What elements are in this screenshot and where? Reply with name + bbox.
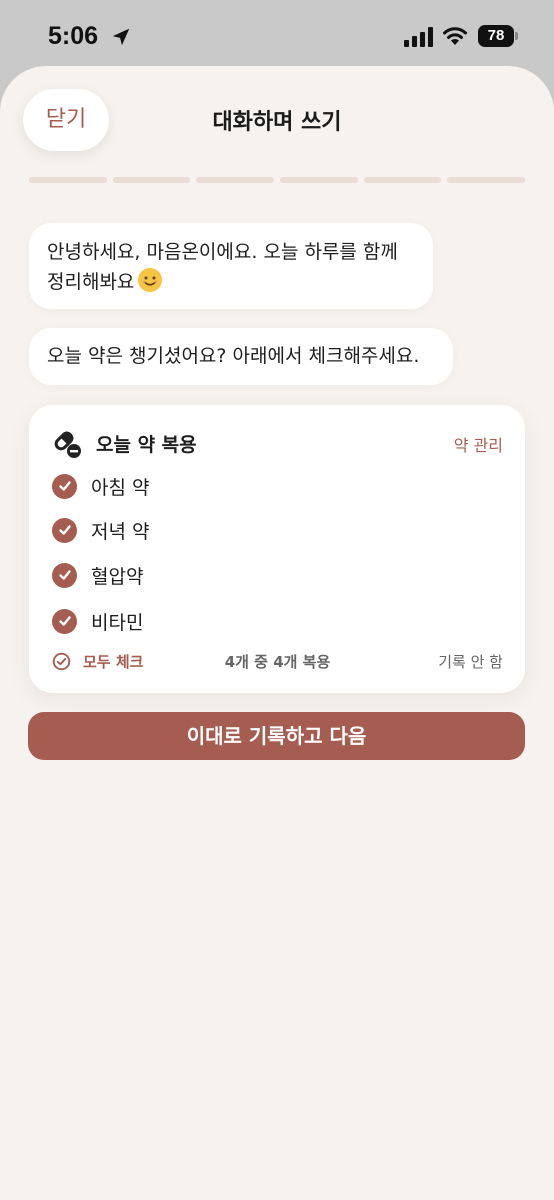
step-progress-bar [29, 177, 526, 183]
medication-card-footer: 4개 중 4개 복용 모두 체크 기록 안 함 [52, 651, 503, 673]
location-arrow-icon [112, 28, 130, 46]
checkbox-checked[interactable] [52, 562, 77, 588]
chat-line: 정리해봐요 [47, 271, 135, 293]
check-all-button[interactable]: 모두 체크 [52, 651, 143, 672]
medication-card-title: 오늘 약 복용 [96, 434, 197, 456]
checkbox-checked[interactable] [52, 473, 77, 499]
record-and-next-button[interactable]: 이대로 기록하고 다음 [28, 712, 525, 760]
medication-label: 비타민 [91, 611, 144, 634]
page-title: 대화하며 쓰기 [212, 110, 342, 135]
checkbox-checked[interactable] [52, 517, 77, 543]
status-bar: 5:06 78 [0, 0, 554, 70]
wifi-icon [443, 27, 467, 45]
chat-line-with-emoji: 정리해봐요 [47, 267, 415, 297]
pill-icon [54, 431, 81, 458]
medication-label: 저녁 약 [91, 520, 150, 543]
chat-bubble-question: 오늘 약은 챙기셨어요? 아래에서 체크해주세요. [29, 328, 453, 385]
medication-item[interactable]: 비타민 [52, 606, 143, 636]
medication-label: 아침 약 [91, 476, 150, 499]
signal-icon [404, 27, 433, 47]
smiling-face-icon [138, 268, 163, 292]
progress-segment [363, 177, 442, 183]
check-circle-icon [52, 652, 71, 671]
manage-medication-link[interactable]: 약 관리 [454, 432, 503, 456]
progress-segment [280, 177, 358, 183]
check-all-label: 모두 체크 [83, 653, 144, 671]
no-record-button[interactable]: 기록 안 함 [438, 651, 503, 672]
medication-label: 혈압약 [91, 565, 144, 588]
chat-bubble-greeting: 안녕하세요, 마음온이에요. 오늘 하루를 함께 정리해봐요 [29, 223, 433, 309]
status-time: 5:06 [48, 22, 99, 50]
medication-item[interactable]: 아침 약 [52, 471, 149, 501]
progress-segment [112, 177, 191, 183]
battery-icon: 78 [478, 25, 514, 47]
medication-card: 오늘 약 복용 약 관리 아침 약 저녁 약 혈압약 비타민 4개 중 4개 복… [29, 405, 525, 693]
progress-segment [29, 177, 107, 183]
progress-segment [196, 177, 275, 183]
checkbox-checked[interactable] [52, 608, 77, 634]
checkmark-icon [58, 570, 71, 580]
medication-item[interactable]: 저녁 약 [52, 515, 149, 545]
chat-line: 오늘 약은 챙기셨어요? 아래에서 체크해주세요. [47, 345, 420, 367]
checkmark-icon [58, 481, 71, 491]
medication-item[interactable]: 혈압약 [52, 560, 143, 590]
battery-tip [515, 32, 518, 40]
checkmark-icon [58, 616, 71, 626]
checkmark-icon [58, 525, 71, 535]
progress-segment [447, 177, 526, 183]
chat-line: 안녕하세요, 마음온이에요. 오늘 하루를 함께 [47, 241, 398, 263]
